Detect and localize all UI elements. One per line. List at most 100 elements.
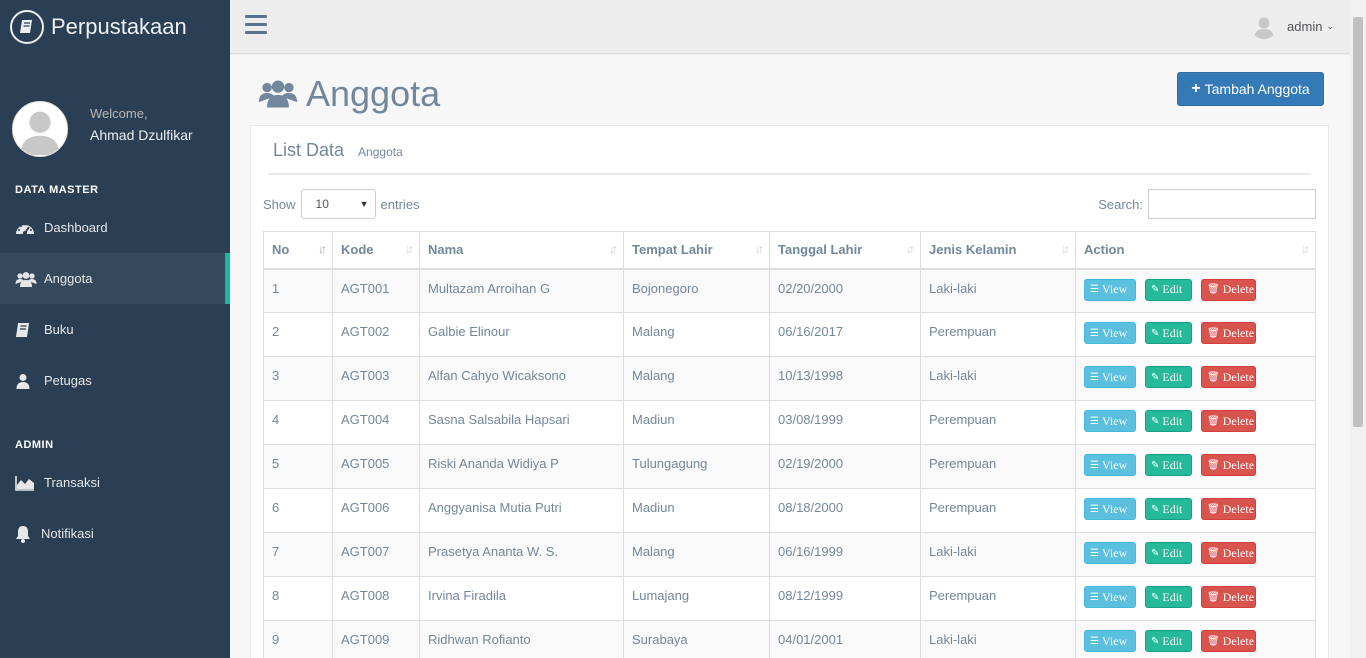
edit-button[interactable]: ✎ Edit [1145,542,1192,564]
sidebar-item-dashboard[interactable]: Dashboard [0,202,230,253]
edit-button[interactable]: ✎ Edit [1145,322,1192,344]
chevron-down-icon: ⌄ [1326,20,1334,31]
avatar [12,101,68,157]
column-header-tanggal-lahir[interactable]: Tanggal Lahir ↓↑ [769,231,921,270]
search-label: Search: [1098,196,1143,212]
cell-tanggal-lahir: 06/16/1999 [769,532,921,577]
sidebar-item-transaksi[interactable]: Transaksi [0,457,230,508]
user-menu[interactable]: admin ⌄ [1251,13,1334,39]
view-button[interactable]: ☰ View [1084,498,1136,520]
delete-button[interactable]: 🗑 Delete [1201,454,1256,476]
sidebar-item-label: Anggota [44,271,93,286]
entries-label: entries [380,196,420,212]
entries-select[interactable]: 10 ▼ [300,189,376,219]
view-button[interactable]: ☰ View [1084,410,1136,432]
cell-action: ☰ View ✎ Edit 🗑 Delete [1075,576,1316,621]
brand[interactable]: Perpustakaan [0,0,230,54]
book-logo-icon [10,10,44,44]
add-member-button[interactable]: + Tambah Anggota [1177,72,1324,106]
edit-button[interactable]: ✎ Edit [1145,630,1192,652]
column-header-no[interactable]: No ↓↑ [263,231,333,270]
edit-button[interactable]: ✎ Edit [1145,586,1192,608]
cell-nama: Sasna Salsabila Hapsari [419,400,624,445]
list-icon: ☰ [1090,284,1099,295]
cell-nama: Anggyanisa Mutia Putri [419,488,624,533]
edit-button[interactable]: ✎ Edit [1145,366,1192,388]
delete-button[interactable]: 🗑 Delete [1201,410,1256,432]
view-button[interactable]: ☰ View [1084,542,1136,564]
edit-button-label: Edit [1162,501,1183,516]
delete-button[interactable]: 🗑 Delete [1201,498,1256,520]
cell-no: 5 [263,444,333,489]
view-button[interactable]: ☰ View [1084,586,1136,608]
sidebar-item-buku[interactable]: Buku [0,304,230,355]
column-header-action[interactable]: Action ↓↑ [1075,231,1316,270]
cell-jenis-kelamin: Perempuan [920,488,1076,533]
view-button-label: View [1101,633,1128,648]
cell-kode: AGT002 [332,312,420,357]
sidebar-item-anggota[interactable]: Anggota [0,253,230,304]
cell-jenis-kelamin: Laki-laki [920,620,1076,658]
trash-icon: 🗑 [1207,503,1220,515]
column-header-tempat-lahir[interactable]: Tempat Lahir ↓↑ [623,231,770,270]
trash-icon: 🗑 [1207,591,1220,603]
users-icon [15,271,39,287]
cell-tempat-lahir: Lumajang [623,576,770,621]
cell-tanggal-lahir: 02/19/2000 [769,444,921,489]
edit-button[interactable]: ✎ Edit [1145,410,1192,432]
delete-button[interactable]: 🗑 Delete [1201,586,1256,608]
cell-action: ☰ View ✎ Edit 🗑 Delete [1075,488,1316,533]
list-icon: ☰ [1090,327,1099,339]
book-icon [15,322,39,338]
delete-button-label: Delete [1222,369,1255,384]
delete-button-label: Delete [1222,457,1255,472]
edit-button[interactable]: ✎ Edit [1145,498,1192,520]
menu-toggle-icon[interactable] [245,15,267,35]
table-row: 1 AGT001 Multazam Arroihan G Bojonegoro 02/2… [263,268,1316,313]
view-button[interactable]: ☰ View [1084,366,1136,388]
column-header-nama[interactable]: Nama ↓↑ [419,231,624,270]
delete-button[interactable]: 🗑 Delete [1201,278,1256,301]
list-icon: ☰ [1090,459,1099,471]
table-row: 7 AGT007 Prasetya Ananta W. S. Malang 06/16/… [263,532,1316,577]
cell-nama: Riski Ananda Widiya P [419,444,624,489]
list-icon: ☰ [1090,591,1099,603]
page-scrollbar[interactable] [1350,0,1366,658]
sidebar-item-label: Transaksi [44,475,100,490]
delete-button-label: Delete [1222,413,1255,428]
view-button[interactable]: ☰ View [1084,278,1136,301]
delete-button[interactable]: 🗑 Delete [1201,630,1256,652]
trash-icon: 🗑 [1207,547,1220,559]
edit-button[interactable]: ✎ Edit [1145,454,1192,476]
sidebar-item-label: Buku [44,322,74,337]
column-header-kode[interactable]: Kode ↓↑ [332,231,420,270]
cell-tempat-lahir: Tulungagung [623,444,770,489]
cell-tempat-lahir: Malang [623,356,770,401]
view-button[interactable]: ☰ View [1084,630,1136,652]
list-icon: ☰ [1090,503,1099,515]
add-member-label: Tambah Anggota [1204,81,1310,97]
delete-button-label: Delete [1222,325,1255,340]
delete-button[interactable]: 🗑 Delete [1201,322,1256,344]
cell-jenis-kelamin: Perempuan [920,444,1076,489]
bell-icon [15,525,36,543]
search-input[interactable] [1148,189,1316,219]
cell-kode: AGT003 [332,356,420,401]
view-button[interactable]: ☰ View [1084,322,1136,344]
sort-icon: ↓↑ [609,242,618,256]
edit-button[interactable]: ✎ Edit [1145,278,1192,301]
cell-nama: Irvina Firadila [419,576,624,621]
cell-nama: Prasetya Ananta W. S. [419,532,624,577]
scrollbar-thumb[interactable] [1353,17,1363,427]
sidebar-item-label: Dashboard [44,220,108,235]
edit-button-label: Edit [1162,369,1183,384]
delete-button[interactable]: 🗑 Delete [1201,542,1256,564]
view-button[interactable]: ☰ View [1084,454,1136,476]
sidebar-item-notifikasi[interactable]: Notifikasi [0,508,230,559]
delete-button[interactable]: 🗑 Delete [1201,366,1256,388]
panel-title-text: List Data [273,140,345,160]
sidebar-item-petugas[interactable]: Petugas [0,355,230,406]
column-header-jenis-kelamin[interactable]: Jenis Kelamin ↓↑ [920,231,1076,270]
cell-tanggal-lahir: 04/01/2001 [769,620,921,658]
sidebar: Perpustakaan Welcome, Ahmad Dzulfikar DA… [0,0,230,658]
